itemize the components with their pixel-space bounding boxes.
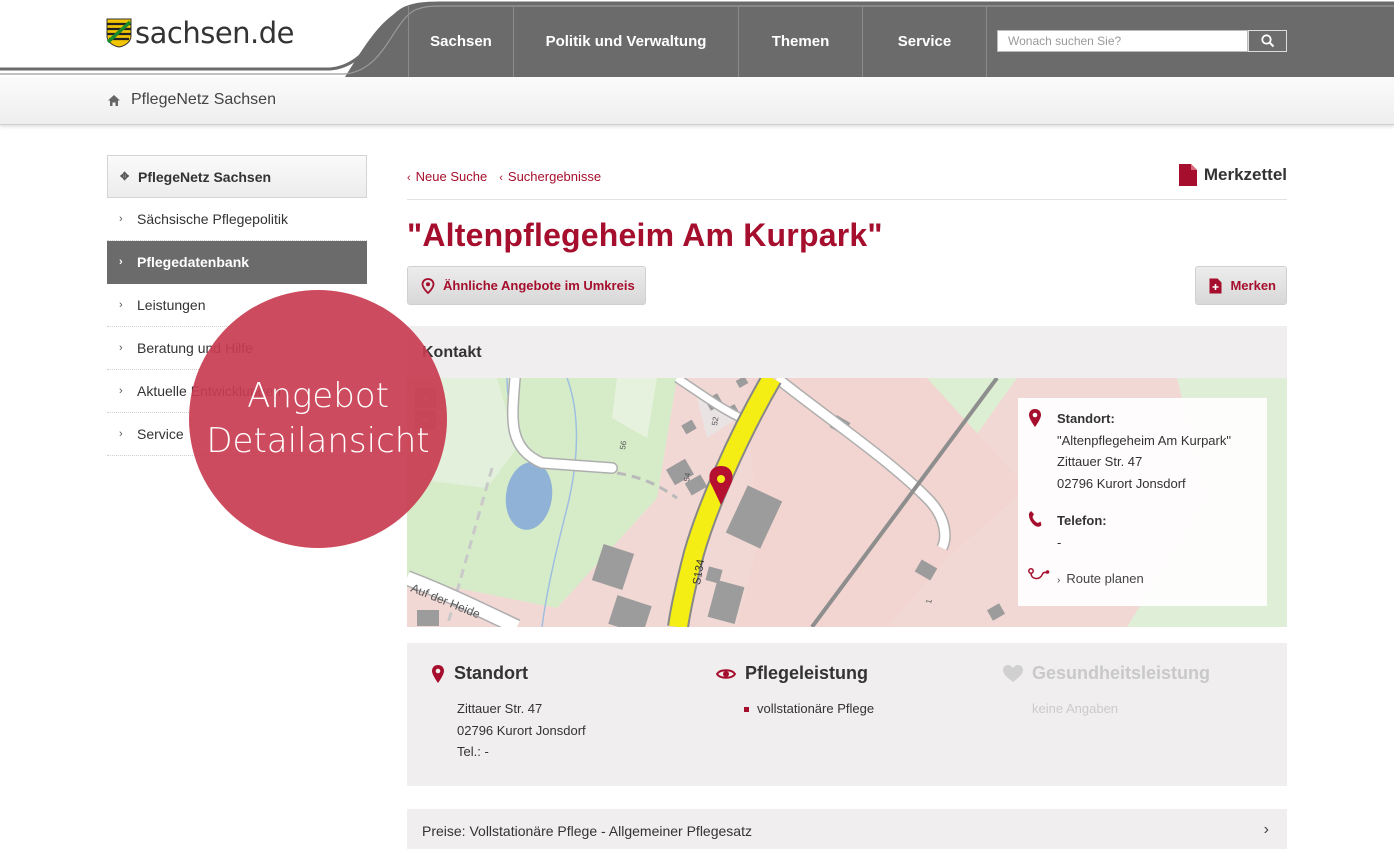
card-standort-label: Standort: bbox=[1057, 411, 1115, 426]
card-telefon-label: Telefon: bbox=[1057, 513, 1107, 528]
results-link[interactable]: ‹ Suchergebnisse bbox=[499, 169, 601, 184]
merken-label: Merken bbox=[1230, 278, 1276, 293]
card-name: "Altenpflegeheim Am Kurpark" bbox=[1057, 432, 1231, 448]
chevron-right-icon: › bbox=[119, 299, 123, 311]
chevron-right-icon: › bbox=[119, 428, 123, 440]
standort-title: Standort bbox=[454, 663, 528, 683]
info-pflegeleistung: Pflegeleistung vollstationäre Pflege bbox=[716, 663, 874, 720]
pflegeleistung-item: vollstationäre Pflege bbox=[757, 701, 875, 716]
sidebar-item-pflegepolitik[interactable]: › Sächsische Pflegepolitik bbox=[107, 198, 367, 241]
search-button[interactable] bbox=[1248, 30, 1287, 52]
main-nav: Sachsen Politik und Verwaltung Themen Se… bbox=[408, 6, 987, 77]
standort-city: 02796 Kurort Jonsdorf bbox=[457, 722, 586, 738]
price-accordion[interactable]: Preise: Vollstationäre Pflege - Allgemei… bbox=[407, 809, 1287, 849]
breadcrumb-label[interactable]: PflegeNetz Sachsen bbox=[131, 91, 276, 109]
merkzettel-label: Merkzettel bbox=[1203, 165, 1287, 184]
bullet-icon bbox=[744, 707, 749, 713]
route-label: Route planen bbox=[1066, 571, 1144, 586]
location-pin-icon bbox=[432, 664, 444, 683]
search-form bbox=[997, 30, 1287, 52]
pflegeleistung-title: Pflegeleistung bbox=[745, 663, 869, 683]
card-telefon-value: - bbox=[1057, 534, 1062, 550]
card-street: Zittauer Str. 47 bbox=[1057, 454, 1143, 469]
sidebar-item-label: Leistungen bbox=[137, 297, 206, 313]
sachsen-logo[interactable]: sachsen.de bbox=[106, 15, 295, 50]
sub-header: PflegeNetz Sachsen bbox=[0, 77, 1394, 125]
coat-of-arms-icon bbox=[106, 18, 132, 48]
sidebar-item-label: PflegeNetz Sachsen bbox=[138, 168, 272, 185]
overlay-line2: Detailansicht bbox=[206, 421, 430, 461]
sidebar-item-pflegedatenbank[interactable]: › Pflegedatenbank bbox=[107, 241, 367, 284]
location-map[interactable]: S134 Auf der Heide 56 54 52 1 + − bbox=[407, 378, 1287, 627]
nav-item-politik[interactable]: Politik und Verwaltung bbox=[514, 6, 739, 77]
merkzettel-link[interactable]: Merkzettel bbox=[1178, 163, 1287, 187]
location-pin-icon bbox=[1029, 409, 1041, 427]
logo-text: sachsen.de bbox=[135, 15, 295, 50]
chevron-right-icon: › bbox=[1263, 821, 1269, 838]
sidebar-item-label: Service bbox=[137, 426, 184, 442]
info-gesundheitsleistung: Gesundheitsleistung keine Angaben bbox=[1003, 663, 1210, 720]
card-standort: Standort: "Altenpflegeheim Am Kurpark" Z… bbox=[1028, 408, 1231, 494]
card-route: › Route planen bbox=[1028, 568, 1144, 592]
card-city: 02796 Kurort Jonsdorf bbox=[1057, 475, 1186, 491]
chevron-right-icon: › bbox=[119, 385, 123, 397]
gesundheitsleistung-title: Gesundheitsleistung bbox=[1032, 663, 1211, 683]
location-pin-icon bbox=[421, 277, 435, 294]
gesundheitsleistung-value: keine Angaben bbox=[1032, 701, 1119, 716]
nav-item-sachsen[interactable]: Sachsen bbox=[408, 6, 514, 77]
sidebar-item-pflegenetz[interactable]: ✥ PflegeNetz Sachsen bbox=[107, 155, 367, 198]
search-input[interactable] bbox=[997, 30, 1248, 52]
new-search-label: Neue Suche bbox=[415, 169, 488, 184]
new-search-link[interactable]: ‹ Neue Suche bbox=[407, 169, 487, 184]
similar-offers-label: Ähnliche Angebote im Umkreis bbox=[443, 278, 635, 293]
phone-icon bbox=[1028, 511, 1042, 527]
chevron-right-icon: › bbox=[119, 342, 123, 354]
results-label: Suchergebnisse bbox=[507, 169, 602, 184]
info-standort: Standort Zittauer Str. 47 02796 Kurort J… bbox=[431, 663, 586, 763]
price-label: Preise: Vollstationäre Pflege - Allgemei… bbox=[422, 823, 752, 839]
expand-icon: ✥ bbox=[120, 171, 130, 183]
map-info-card: Standort: "Altenpflegeheim Am Kurpark" Z… bbox=[1018, 398, 1267, 606]
sidebar-item-label: Pflegedatenbank bbox=[137, 254, 250, 270]
document-icon bbox=[1178, 164, 1197, 186]
overlay-line1: Angebot bbox=[247, 376, 389, 416]
bookmark-document-icon bbox=[1209, 278, 1222, 293]
info-panel: Standort Zittauer Str. 47 02796 Kurort J… bbox=[407, 643, 1287, 786]
divider bbox=[407, 199, 1287, 200]
similar-offers-button[interactable]: Ähnliche Angebote im Umkreis bbox=[407, 266, 646, 305]
page-title: "Altenpflegeheim Am Kurpark" bbox=[407, 217, 883, 253]
breadcrumb: PflegeNetz Sachsen bbox=[107, 91, 276, 109]
merken-button[interactable]: Merken bbox=[1195, 266, 1287, 305]
nav-item-themen[interactable]: Themen bbox=[739, 6, 863, 77]
eye-icon bbox=[716, 668, 736, 679]
overlay-badge: Angebot Detailansicht bbox=[189, 290, 447, 548]
heart-icon bbox=[1003, 664, 1023, 682]
route-icon bbox=[1028, 568, 1050, 580]
sidebar-item-label: Sächsische Pflegepolitik bbox=[137, 211, 288, 227]
result-navigation: ‹ Neue Suche ‹ Suchergebnisse bbox=[407, 169, 613, 184]
card-telefon: Telefon: - bbox=[1028, 510, 1107, 553]
chevron-right-icon: › bbox=[119, 213, 123, 225]
chevron-right-icon: › bbox=[119, 256, 123, 268]
nav-item-service[interactable]: Service bbox=[863, 6, 987, 77]
home-icon[interactable] bbox=[107, 94, 121, 107]
standort-street: Zittauer Str. 47 bbox=[457, 701, 543, 716]
top-header: sachsen.de Sachsen Politik und Verwaltun… bbox=[0, 0, 1394, 77]
route-planen-link[interactable]: › Route planen bbox=[1057, 568, 1144, 592]
search-icon bbox=[1260, 34, 1274, 48]
kontakt-header: Kontakt bbox=[407, 326, 1287, 378]
standort-tel: Tel.: - bbox=[457, 744, 489, 759]
